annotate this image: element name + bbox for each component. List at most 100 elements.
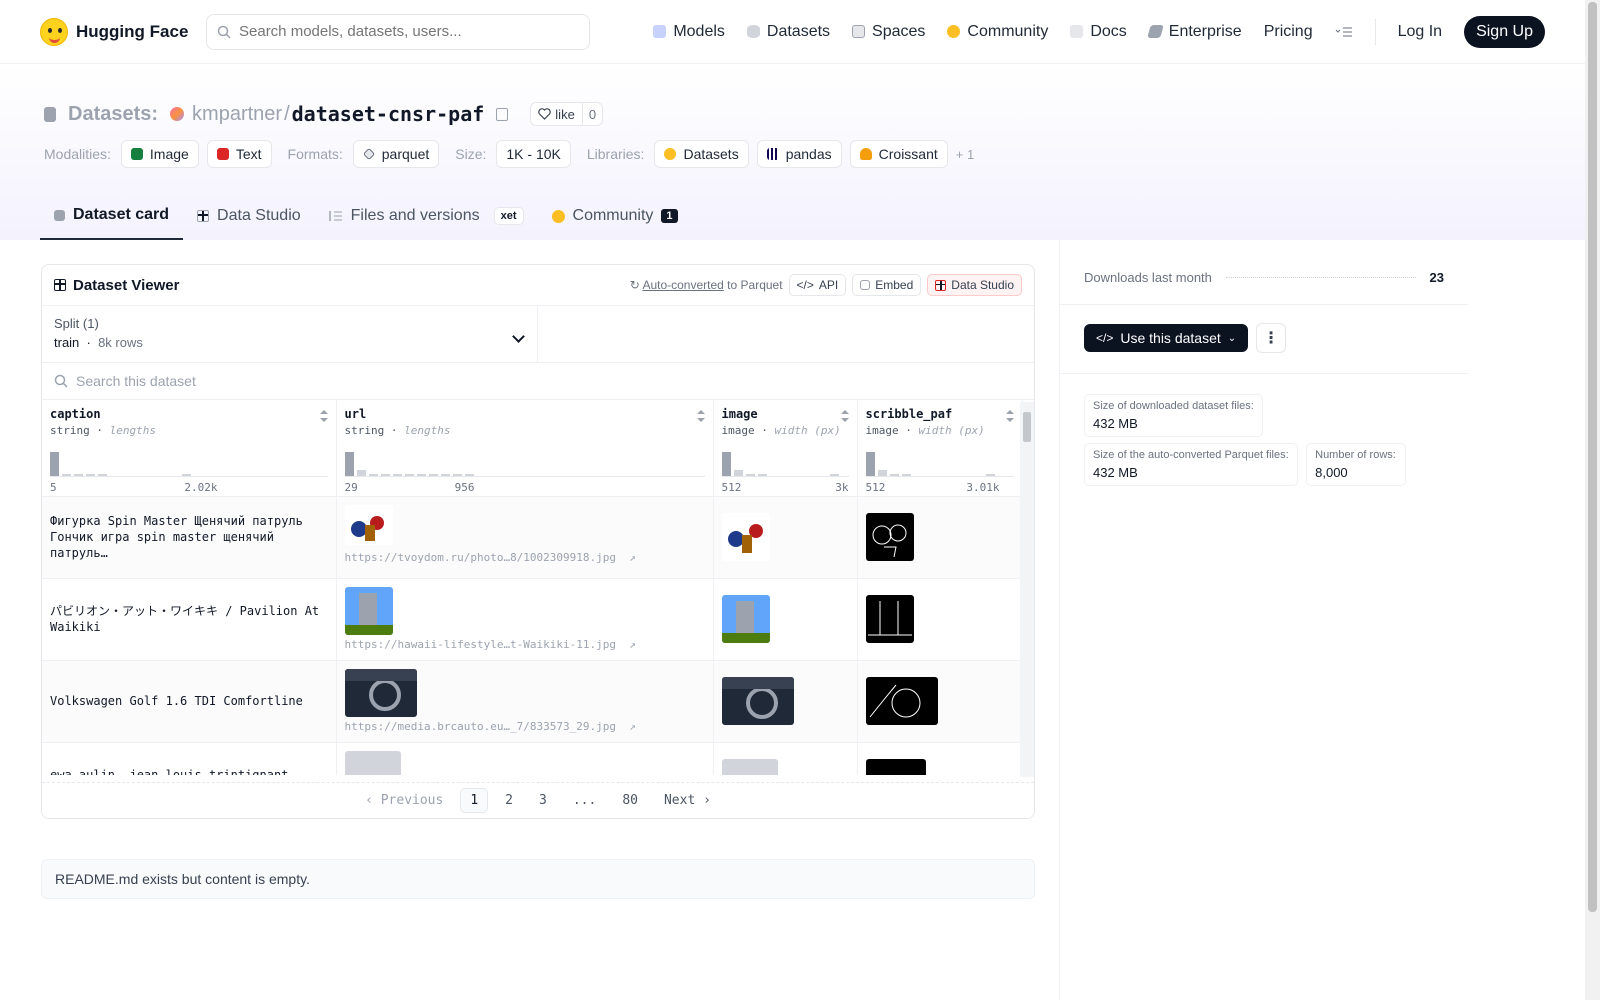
brand-logo[interactable]: Hugging Face: [40, 17, 204, 46]
sort-icon[interactable]: [840, 410, 849, 422]
image-thumbnail[interactable]: [721, 513, 770, 561]
login-link[interactable]: Log In: [1398, 23, 1442, 41]
thumbnail-image[interactable]: [344, 586, 393, 635]
split-label: Split (1): [54, 316, 99, 331]
table-row[interactable]: ewa aulin, jean-louis trintignant, with: [42, 742, 1023, 776]
page-scrollbar-thumb[interactable]: [1588, 2, 1597, 912]
tag-parquet[interactable]: parquet: [352, 140, 440, 168]
global-search-input[interactable]: [239, 23, 579, 40]
url-text[interactable]: https://tvoydom.ru/photo…8/1002309918.jp…: [345, 551, 617, 564]
image-modality-icon: [130, 148, 143, 160]
dataset-search[interactable]: Search this dataset: [42, 363, 1034, 400]
copy-icon[interactable]: [496, 107, 509, 121]
tag-size[interactable]: 1K - 10K: [496, 140, 571, 168]
nav-more-menu[interactable]: [1335, 26, 1353, 38]
column-header[interactable]: image image · width (px) 512 3k: [713, 400, 858, 497]
page-2[interactable]: 2: [496, 789, 522, 812]
caption-cell[interactable]: ewa aulin, jean-louis trintignant, with: [42, 742, 337, 775]
caption-cell[interactable]: Volkswagen Golf 1.6 TDI Comfortline: [42, 660, 337, 743]
more-options-button[interactable]: ⋮: [1256, 323, 1287, 353]
page-scrollbar[interactable]: [1585, 0, 1600, 1000]
split-select[interactable]: Split (1) train · 8k rows: [42, 306, 538, 362]
column-header[interactable]: scribble_paf image · width (px) 512 3.01k: [857, 400, 1023, 497]
image-thumbnail[interactable]: [721, 759, 778, 775]
url-cell[interactable]: [336, 742, 714, 776]
url-text[interactable]: https://media.brcauto.eu…_7/833573_29.jp…: [345, 720, 617, 733]
image-cell[interactable]: [713, 578, 858, 661]
auto-converted-link[interactable]: Auto-converted: [642, 278, 723, 292]
nav-datasets[interactable]: Datasets: [746, 23, 830, 41]
image-thumbnail[interactable]: [721, 677, 794, 725]
sort-icon[interactable]: [319, 410, 328, 422]
nav-spaces[interactable]: Spaces: [852, 23, 925, 41]
tab-files[interactable]: Files and versions xet: [315, 192, 538, 240]
api-button[interactable]: </> API: [788, 274, 847, 296]
signup-button[interactable]: Sign Up: [1464, 15, 1545, 48]
previous-page-button[interactable]: ‹ Previous: [356, 789, 452, 812]
embed-button[interactable]: Embed: [852, 274, 922, 296]
tag-text[interactable]: Text: [206, 140, 272, 168]
like-button[interactable]: like 0: [530, 102, 604, 126]
column-header[interactable]: caption string · lengths 5 2.02k: [42, 400, 337, 497]
section-label[interactable]: Datasets:: [68, 103, 158, 126]
tab-dataset-card[interactable]: Dataset card: [40, 192, 184, 240]
caption-cell[interactable]: パビリオン・アット・ワイキキ / Pavilion At Waikiki: [42, 578, 337, 661]
sort-icon[interactable]: [1005, 410, 1014, 422]
page-1[interactable]: 1: [460, 788, 489, 813]
scribble-thumbnail[interactable]: [865, 759, 926, 775]
like-label: like: [555, 106, 575, 122]
thumbnail-image[interactable]: [344, 504, 393, 545]
column-header[interactable]: url string · lengths 29 956: [336, 400, 714, 497]
sort-icon[interactable]: [696, 410, 705, 422]
data-studio-button[interactable]: Data Studio: [927, 274, 1022, 296]
scribble-cell[interactable]: [857, 660, 1023, 743]
nav-models[interactable]: Models: [653, 23, 725, 41]
range-min: 5: [50, 481, 57, 494]
more-libraries[interactable]: + 1: [956, 147, 974, 162]
scribble-cell[interactable]: [857, 578, 1023, 661]
url-cell[interactable]: https://hawaii-lifestyle…t-Waikiki-11.jp…: [336, 578, 714, 661]
image-thumbnail[interactable]: [721, 595, 770, 643]
scribble-cell[interactable]: [857, 496, 1023, 579]
tab-community[interactable]: Community 1: [538, 192, 692, 240]
page-3[interactable]: 3: [530, 789, 556, 812]
tag-pandas[interactable]: pandas: [756, 140, 842, 168]
url-cell[interactable]: https://media.brcauto.eu…_7/833573_29.jp…: [336, 660, 714, 743]
scribble-thumbnail[interactable]: [865, 595, 914, 643]
table-scroll-area[interactable]: caption string · lengths 5 2.02k url stri…: [42, 400, 1034, 775]
tag-datasets-lib[interactable]: Datasets: [654, 140, 749, 168]
thumbnail-image[interactable]: [344, 668, 417, 717]
range-min: 29: [344, 481, 358, 494]
image-cell[interactable]: [713, 660, 858, 743]
url-text[interactable]: https://hawaii-lifestyle…t-Waikiki-11.jp…: [345, 638, 617, 651]
table-row[interactable]: パビリオン・アット・ワイキキ / Pavilion At Waikiki htt…: [42, 578, 1023, 661]
table-row[interactable]: Volkswagen Golf 1.6 TDI Comfortline http…: [42, 660, 1023, 743]
global-search[interactable]: [206, 13, 590, 50]
thumbnail-image[interactable]: [344, 750, 401, 776]
nav-community[interactable]: Community: [947, 23, 1048, 41]
scribble-thumbnail[interactable]: [865, 677, 938, 725]
next-page-button[interactable]: Next ›: [655, 789, 720, 812]
table-scrollbar[interactable]: [1020, 402, 1034, 777]
image-cell[interactable]: [713, 742, 858, 775]
histogram: [721, 449, 849, 477]
nav-pricing[interactable]: Pricing: [1264, 23, 1313, 41]
dataset-name[interactable]: dataset-cnsr-paf: [292, 102, 485, 126]
tab-data-studio[interactable]: Data Studio: [183, 192, 315, 240]
tag-image[interactable]: Image: [120, 140, 199, 168]
owner-link[interactable]: kmpartner: [192, 103, 282, 126]
url-cell[interactable]: https://tvoydom.ru/photo…8/1002309918.jp…: [336, 496, 714, 579]
dataset-search-placeholder[interactable]: Search this dataset: [76, 373, 196, 389]
image-cell[interactable]: [713, 496, 858, 579]
table-row[interactable]: Фигурка Spin Master Щенячий патруль Гонч…: [42, 496, 1023, 579]
tab-community-label: Community: [572, 207, 654, 224]
caption-cell[interactable]: Фигурка Spin Master Щенячий патруль Гонч…: [42, 496, 337, 579]
nav-enterprise[interactable]: Enterprise: [1147, 23, 1242, 41]
nav-docs[interactable]: Docs: [1070, 23, 1127, 41]
table-scrollbar-thumb[interactable]: [1023, 412, 1031, 442]
tag-croissant[interactable]: Croissant: [849, 140, 948, 168]
scribble-thumbnail[interactable]: [865, 513, 914, 561]
page-80[interactable]: 80: [613, 789, 647, 812]
use-dataset-button[interactable]: </> Use this dataset ⌄: [1084, 324, 1249, 352]
scribble-cell[interactable]: [857, 742, 1023, 775]
